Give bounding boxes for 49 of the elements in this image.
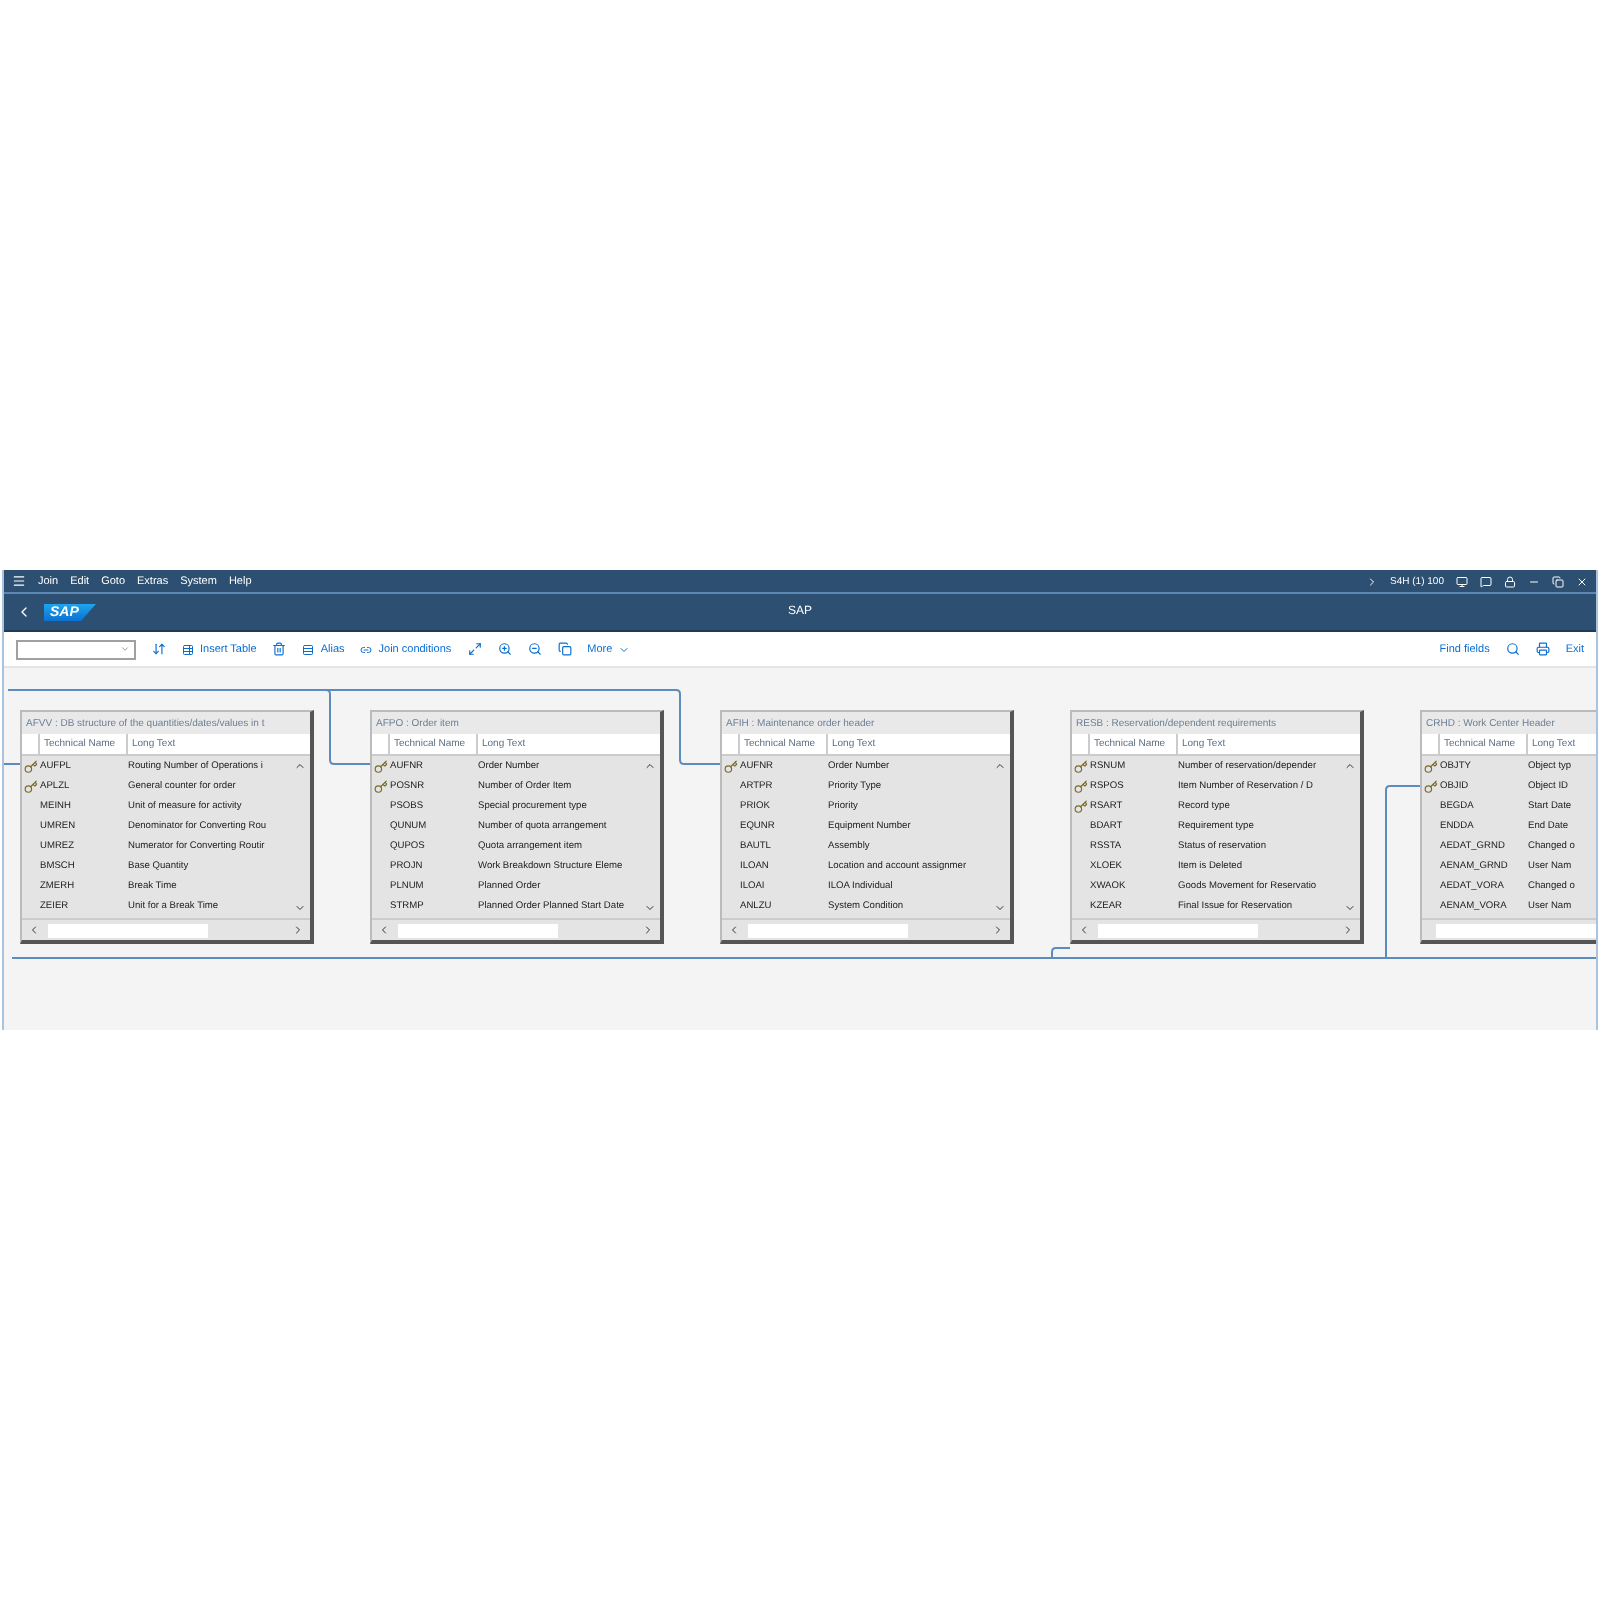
key-icon	[1073, 759, 1087, 773]
zoom-out-icon[interactable]	[527, 642, 542, 656]
scroll-down-icon[interactable]	[994, 902, 1006, 914]
transfer-icon[interactable]	[152, 642, 166, 656]
scroll-left-icon[interactable]	[28, 924, 40, 936]
chevron-down-icon	[618, 643, 631, 655]
scroll-right-icon[interactable]	[642, 924, 654, 936]
scroll-down-icon[interactable]	[294, 902, 306, 914]
scroll-up-icon[interactable]	[994, 760, 1006, 772]
key-icon	[1073, 779, 1087, 793]
key-icon	[23, 759, 37, 773]
key-icon	[1073, 799, 1087, 813]
menu-icon[interactable]	[12, 574, 26, 588]
chevron-down-icon	[120, 644, 130, 654]
search-icon[interactable]	[1505, 642, 1520, 656]
scroll-right-icon[interactable]	[292, 924, 304, 936]
key-icon	[723, 759, 737, 773]
lock-icon[interactable]	[1504, 575, 1516, 587]
key-icon	[373, 759, 387, 773]
restore-icon[interactable]	[1552, 575, 1564, 587]
link-icon	[360, 643, 373, 655]
print-icon[interactable]	[1535, 642, 1550, 656]
rows-icon	[302, 643, 315, 655]
scroll-left-icon[interactable]	[378, 924, 390, 936]
scroll-down-icon[interactable]	[1344, 902, 1356, 914]
key-icon	[1423, 779, 1437, 793]
key-icon	[373, 779, 387, 793]
copy-icon[interactable]	[557, 642, 572, 656]
table-icon	[182, 643, 194, 655]
delete-icon[interactable]	[272, 642, 287, 656]
close-icon[interactable]	[1576, 575, 1588, 587]
minimize-icon[interactable]	[1528, 575, 1540, 587]
monitor-icon[interactable]	[1456, 575, 1468, 587]
scroll-left-icon[interactable]	[1078, 924, 1090, 936]
dropdown-field[interactable]	[16, 639, 136, 659]
scroll-right-icon[interactable]	[992, 924, 1004, 936]
scroll-down-icon[interactable]	[644, 902, 656, 914]
scroll-up-icon[interactable]	[1344, 760, 1356, 772]
scroll-up-icon[interactable]	[294, 760, 306, 772]
scroll-right-icon[interactable]	[1342, 924, 1354, 936]
back-icon[interactable]	[16, 604, 32, 620]
key-icon	[23, 779, 37, 793]
zoom-in-icon[interactable]	[497, 642, 512, 656]
key-icon	[1423, 759, 1437, 773]
message-icon[interactable]	[1480, 575, 1492, 587]
fit-icon[interactable]	[467, 642, 482, 656]
chevron-right-icon[interactable]	[1366, 575, 1379, 587]
scroll-left-icon[interactable]	[728, 924, 740, 936]
scroll-up-icon[interactable]	[644, 760, 656, 772]
